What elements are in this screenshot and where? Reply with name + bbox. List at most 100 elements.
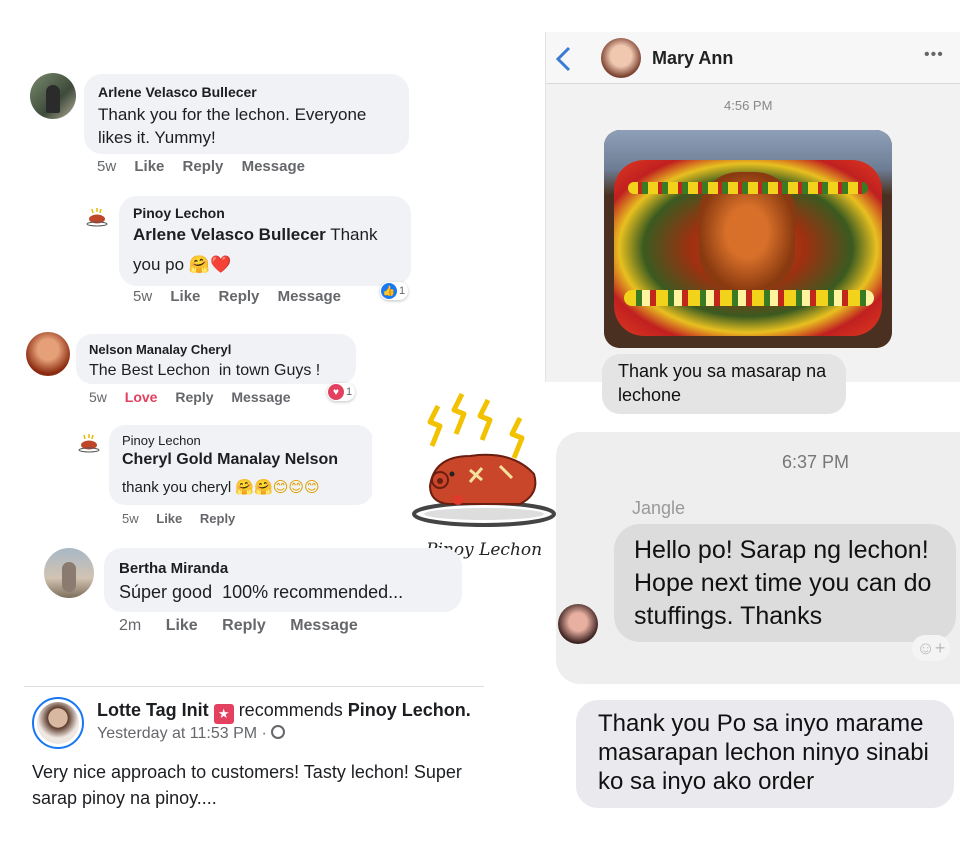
message-line1: Thank you Po sa inyo marame xyxy=(598,710,924,737)
comment-actions: 5w Love Reply Message xyxy=(89,389,305,405)
message-timestamp: 6:37 PM xyxy=(782,452,850,472)
comment-text-line: thank you cheryl 🤗🤗😊😊😊 xyxy=(122,478,320,496)
comment-actions: 5w Like Reply Message xyxy=(133,288,355,305)
avatar-nelson[interactable] xyxy=(26,332,70,376)
page-link[interactable]: Pinoy Lechon. xyxy=(348,700,471,720)
reaction-summary[interactable]: ♥ 1 xyxy=(327,383,356,401)
comment-text: Súper good 100% recommended... xyxy=(119,582,404,602)
comment-text-line1: Thank you for the lechon. Everyone xyxy=(98,105,367,124)
messenger-header: Mary Ann ••• xyxy=(546,32,960,84)
comment-author[interactable]: Pinoy Lechon xyxy=(133,205,225,221)
comment-text-line2: you po 🤗❤️ xyxy=(133,253,231,277)
pinoy-lechon-logo-icon[interactable] xyxy=(86,206,108,228)
recommend-icon: ★ xyxy=(213,704,234,724)
comment-text: you po xyxy=(133,255,185,274)
add-reaction-icon[interactable]: ☺+ xyxy=(912,635,950,661)
comment-time: 2m xyxy=(119,617,142,634)
comment-text-tail: Thank xyxy=(325,225,378,244)
comment-time: 5w xyxy=(97,158,117,175)
message-button[interactable]: Message xyxy=(278,288,341,305)
chat-bubble-received: Hello po! Sarap ng lechon! Hope next tim… xyxy=(614,524,956,642)
comment-text: thank you cheryl xyxy=(122,479,232,496)
message-line2: masarapan lechon ninyo sinabi xyxy=(598,739,929,766)
avatar-bertha[interactable] xyxy=(44,548,94,598)
reply-bubble-pinoy-1: Pinoy Lechon Arlene Velasco Bullecer Tha… xyxy=(119,196,411,286)
comment-bubble-bertha: Bertha Miranda Súper good 100% recommend… xyxy=(104,548,462,612)
comment-time: 5w xyxy=(122,511,139,526)
reaction-count: 1 xyxy=(346,386,353,398)
mention-link[interactable]: Cheryl Gold Manalay Nelson xyxy=(122,451,338,469)
avatar-figure xyxy=(46,85,60,113)
globe-icon xyxy=(271,725,286,739)
garnish-row xyxy=(628,182,868,194)
message-button[interactable]: Message xyxy=(290,617,358,634)
mention-link[interactable]: Arlene Velasco Bullecer xyxy=(133,225,326,244)
avatar-photo xyxy=(37,702,79,744)
messenger-window: Mary Ann ••• 4:56 PM Thank you sa masara… xyxy=(545,32,960,414)
comment-actions: 5w Like Reply xyxy=(122,511,249,526)
comment-text-line2: likes it. Yummy! xyxy=(98,128,216,147)
comment-time: 5w xyxy=(133,288,153,305)
like-button[interactable]: Like xyxy=(170,288,200,305)
reaction-count: 1 xyxy=(399,285,406,297)
like-button[interactable]: Like xyxy=(156,511,182,526)
comment-author[interactable]: Bertha Miranda xyxy=(119,560,228,577)
comment-actions: 2m Like Reply Message xyxy=(119,617,372,635)
avatar-lotte[interactable] xyxy=(32,697,84,749)
post-text-line2: sarap pinoy na pinoy.... xyxy=(32,788,217,808)
reply-button[interactable]: Reply xyxy=(200,511,235,526)
divider xyxy=(24,686,484,687)
comment-author[interactable]: Pinoy Lechon xyxy=(122,433,201,448)
message-button[interactable]: Message xyxy=(231,389,290,405)
emoji-group: 🤗❤️ xyxy=(188,255,232,275)
pinoy-lechon-logo-icon[interactable] xyxy=(78,432,100,454)
avatar-arlene[interactable] xyxy=(30,73,76,119)
message-line1: Hello po! Sarap ng lechon! xyxy=(634,536,929,564)
message-timestamp: 4:56 PM xyxy=(724,98,773,113)
message-line3: stuffings. Thanks xyxy=(634,602,823,630)
steam-lines xyxy=(427,392,525,459)
chat-bubble-received: Thank you sa masarap na lechone xyxy=(602,354,846,414)
message-line2: lechone xyxy=(618,385,682,405)
love-reaction-icon: ♥ xyxy=(328,384,344,400)
reply-button[interactable]: Reply xyxy=(219,288,260,305)
message-button[interactable]: Message xyxy=(242,158,305,175)
message-line3: ko sa inyo ako order xyxy=(598,768,815,795)
garnish-row xyxy=(624,290,874,306)
reply-button[interactable]: Reply xyxy=(222,617,266,634)
comment-bubble-nelson: Nelson Manalay Cheryl The Best Lechon in… xyxy=(76,334,356,384)
post-meta: Yesterday at 11:53 PM · xyxy=(97,725,286,743)
sender-avatar[interactable] xyxy=(558,604,598,644)
avatar-figure xyxy=(62,562,76,592)
post-author[interactable]: Lotte Tag Init xyxy=(97,700,209,720)
post-header: Lotte Tag Init ★ recommends Pinoy Lechon… xyxy=(97,700,471,724)
comment-bubble-arlene: Arlene Velasco Bullecer Thank you for th… xyxy=(84,74,409,154)
like-button[interactable]: Like xyxy=(134,158,164,175)
reaction-summary[interactable]: 👍 1 xyxy=(380,282,409,300)
message-line2: Hope next time you can do xyxy=(634,569,932,597)
comment-actions: 5w Like Reply Message xyxy=(97,158,319,175)
reply-button[interactable]: Reply xyxy=(175,389,213,405)
recommends-text: recommends xyxy=(238,700,343,720)
love-button[interactable]: Love xyxy=(125,389,158,405)
emoji-group: 🤗🤗😊😊😊 xyxy=(235,478,320,496)
contact-avatar[interactable] xyxy=(601,38,641,78)
reply-button[interactable]: Reply xyxy=(183,158,224,175)
comment-text-line1: Arlene Velasco Bullecer Thank xyxy=(133,223,377,246)
post-text-line1: Very nice approach to customers! Tasty l… xyxy=(32,762,462,782)
pinoy-lechon-logo xyxy=(412,392,556,527)
contact-name[interactable]: Mary Ann xyxy=(652,48,733,69)
comment-text: The Best Lechon in town Guys ! xyxy=(89,362,321,379)
chevron-left-icon[interactable] xyxy=(554,46,572,72)
like-reaction-icon: 👍 xyxy=(381,283,397,299)
post-time[interactable]: Yesterday at 11:53 PM · xyxy=(97,725,271,742)
food-photo[interactable] xyxy=(604,130,892,348)
comment-author[interactable]: Nelson Manalay Cheryl xyxy=(89,342,231,357)
reply-bubble-pinoy-2: Pinoy Lechon Cheryl Gold Manalay Nelson … xyxy=(109,425,373,505)
comment-author[interactable]: Arlene Velasco Bullecer xyxy=(98,84,257,100)
comment-time: 5w xyxy=(89,389,107,405)
like-button[interactable]: Like xyxy=(166,617,198,634)
more-options-icon[interactable]: ••• xyxy=(924,46,944,64)
chat-bubble-received-large: Thank you Po sa inyo marame masarapan le… xyxy=(576,700,954,808)
chat-panel-jangle: 6:37 PM Jangle Hello po! Sarap ng lechon… xyxy=(556,432,960,684)
